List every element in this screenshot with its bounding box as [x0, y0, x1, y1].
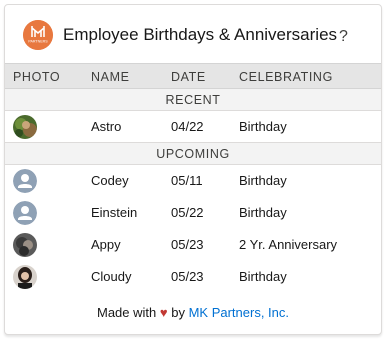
celebration-type: Birthday — [239, 269, 287, 284]
avatar — [13, 115, 37, 139]
table-row: Einstein 05/22 Birthday — [5, 197, 381, 229]
help-icon[interactable]: ? — [339, 28, 348, 46]
table-row: Appy 05/23 2 Yr. Anniversary — [5, 229, 381, 261]
card-title: Employee Birthdays & Anniversaries — [63, 25, 338, 44]
column-header-name: NAME — [91, 70, 130, 84]
employee-name: Astro — [91, 119, 122, 134]
avatar — [13, 265, 37, 289]
celebration-date: 05/23 — [171, 237, 204, 252]
celebration-date: 05/11 — [171, 173, 203, 188]
svg-text:PARTNERS: PARTNERS — [28, 40, 48, 44]
employee-name: Codey — [91, 173, 129, 188]
avatar — [13, 233, 37, 257]
section-recent: RECENT — [5, 89, 381, 111]
celebration-type: 2 Yr. Anniversary — [239, 237, 338, 252]
birthdays-card: PARTNERS Employee Birthdays & Anniversar… — [4, 4, 382, 335]
card-footer: Made with ♥ by MK Partners, Inc. — [5, 305, 381, 320]
default-user-avatar-icon — [13, 201, 37, 225]
column-header-photo: PHOTO — [13, 70, 61, 84]
column-header-celebrating: CELEBRATING — [239, 70, 333, 84]
section-upcoming: UPCOMING — [5, 143, 381, 165]
celebration-type: Birthday — [239, 173, 287, 188]
mk-partners-logo: PARTNERS — [23, 20, 53, 50]
celebration-type: Birthday — [239, 119, 287, 134]
employee-name: Einstein — [91, 205, 138, 220]
table-row: Astro 04/22 Birthday — [5, 111, 381, 143]
celebration-date: 04/22 — [171, 119, 204, 134]
mk-partners-link[interactable]: MK Partners, Inc. — [189, 305, 289, 320]
celebration-date: 05/23 — [171, 269, 204, 284]
celebration-type: Birthday — [239, 205, 287, 220]
table-row: Cloudy 05/23 Birthday — [5, 261, 381, 293]
footer-by: by — [171, 305, 185, 320]
default-user-avatar-icon — [13, 169, 37, 193]
table-row: Codey 05/11 Birthday — [5, 165, 381, 197]
column-header-date: DATE — [171, 70, 206, 84]
footer-made-with: Made with — [97, 305, 157, 320]
employee-name: Appy — [91, 237, 121, 252]
heart-icon: ♥ — [159, 305, 168, 320]
card-header: PARTNERS Employee Birthdays & Anniversar… — [5, 5, 381, 63]
employee-name: Cloudy — [91, 269, 132, 284]
column-header-row: PHOTO NAME DATE CELEBRATING — [5, 63, 381, 89]
celebration-date: 05/22 — [171, 205, 204, 220]
